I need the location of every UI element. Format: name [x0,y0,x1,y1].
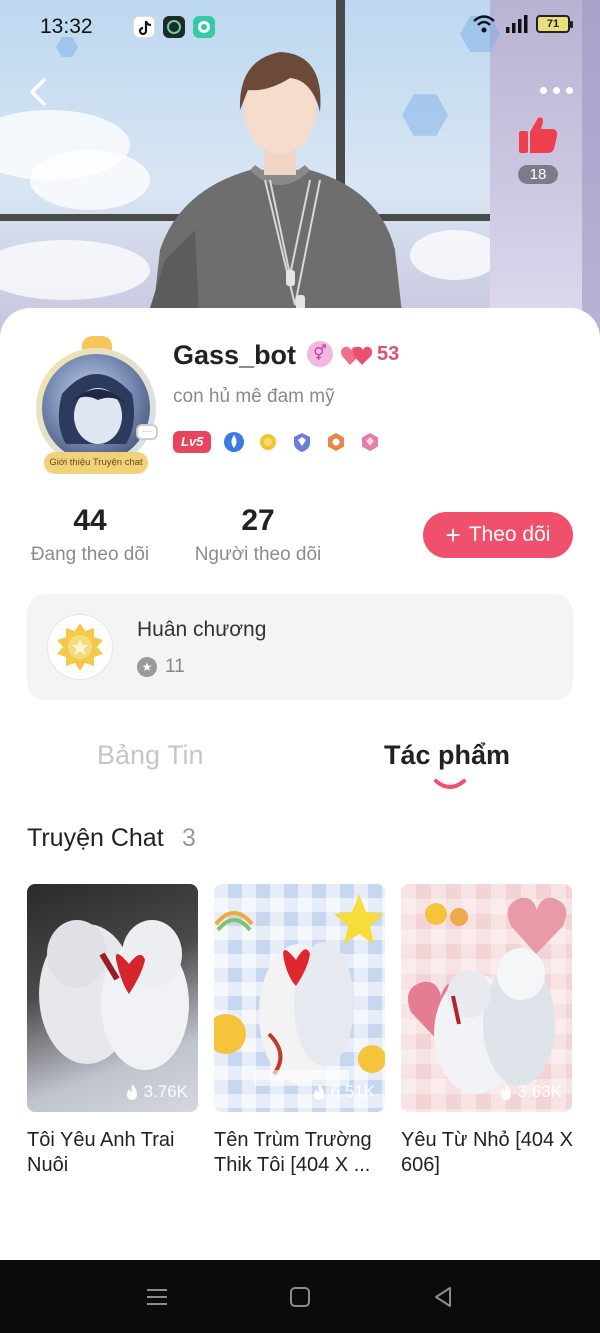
plus-icon: + [445,520,461,550]
story-thumbnail: 6.51K [214,884,385,1112]
follow-button-label: Theo dõi [468,523,551,546]
following-count: 44 [73,504,107,537]
tab-feed[interactable]: Bảng Tin [97,740,204,771]
story-views-count: 6.51K [330,1082,375,1101]
triangle-back-icon [435,1287,451,1307]
medals-title: Huân chương [137,618,267,641]
story-card[interactable]: 3.76K Tôi Yêu Anh Trai Nuôi [27,884,199,1178]
story-card[interactable]: 3.63K Yêu Từ Nhỏ [404 X 606] [401,884,573,1178]
story-views: 3.63K [498,1082,562,1102]
home-nav-button[interactable] [283,1280,317,1314]
tab-works[interactable]: Tác phẩm [384,740,510,771]
status-indicators: 71 [472,14,573,34]
tiktok-icon [133,16,155,38]
status-bar: 13:32 71 [0,0,600,52]
cloud-shape [0,240,150,300]
more-options-button[interactable] [536,80,576,100]
battery-icon: 71 [536,15,573,33]
square-icon [290,1287,310,1307]
like-count: 18 [517,165,559,184]
chat-app-icon [193,16,215,38]
coin-badge-icon [260,434,277,450]
story-thumbnail: 3.63K [401,884,572,1112]
chat-bubble-icon: ··· [136,424,158,440]
flame-icon [126,1084,137,1100]
section-title: Truyện Chat [27,824,164,852]
badge-row[interactable]: Lv5 [173,431,381,453]
heart-icon [341,346,372,365]
app-icon [163,16,185,38]
followers-count: 27 [241,504,275,537]
profile-card: ··· Giới thiệu Truyện chat Gass_bot ⚥ 53… [0,308,600,1260]
followers-label: Người theo dõi [194,544,322,565]
character-illustration [140,52,405,340]
flame-icon [500,1084,511,1100]
thumbs-up-icon [519,117,558,153]
medals-count-row: ★ 11 [137,656,185,678]
story-title: Yêu Từ Nhỏ [404 X 606] [401,1129,574,1176]
flame-icon [313,1084,324,1100]
following-stat[interactable]: 44 Đang theo dõi [26,504,154,566]
avatar-image [42,354,150,462]
wifi-icon [473,15,495,33]
hexagon-badge-icon [328,433,345,451]
story-title: Tên Trùm Trường Thik Tôi [404 X ... [214,1129,372,1176]
story-views: 3.76K [124,1082,188,1102]
signal-icon [506,15,528,33]
story-title: Tôi Yêu Anh Trai Nuôi [27,1129,175,1176]
menu-icon [147,1289,167,1305]
user-bio: con hủ mê đam mỹ [173,386,335,407]
medals-card[interactable]: Huân chương ★ 11 [27,594,573,700]
chevron-left-icon [30,78,46,106]
story-card[interactable]: 6.51K Tên Trùm Trường Thik Tôi [404 X ..… [214,884,386,1178]
cloud-shape [410,230,500,280]
status-time: 13:32 [40,15,93,38]
story-views: 6.51K [311,1082,375,1102]
back-nav-button[interactable] [426,1280,460,1314]
menu-nav-button[interactable] [140,1280,174,1314]
medal-icon [47,614,113,680]
avatar[interactable]: ··· Giới thiệu Truyện chat [28,336,166,476]
system-nav-bar [0,1260,600,1333]
story-thumbnail: 3.76K [27,884,198,1112]
water-drop-badge-icon [224,432,245,452]
followers-stat[interactable]: 27 Người theo dõi [190,504,326,566]
avatar-tag: Giới thiệu Truyện chat [44,452,148,474]
level-badge: Lv5 [173,431,212,453]
avatar-frame [36,348,156,468]
cloud-shape [30,150,150,210]
active-tab-indicator [434,779,466,789]
story-views-count: 3.63K [517,1082,562,1101]
dot-icon [552,86,560,94]
following-label: Đang theo dõi [30,544,150,565]
follow-button[interactable]: + Theo dõi [423,512,573,558]
heart-count: 53 [377,343,400,365]
section-count: 3 [182,824,196,852]
medals-count: 11 [165,656,185,677]
dot-icon [565,86,573,94]
shield-badge-icon [294,433,311,452]
gem-badge-icon [362,433,379,451]
dot-icon [539,86,547,94]
story-views-count: 3.76K [143,1082,188,1101]
star-icon: ★ [137,657,157,677]
user-name: Gass_bot [173,340,297,370]
like-button[interactable]: 18 [512,112,564,184]
gender-icon: ⚥ [307,341,333,367]
back-button[interactable] [22,72,62,112]
